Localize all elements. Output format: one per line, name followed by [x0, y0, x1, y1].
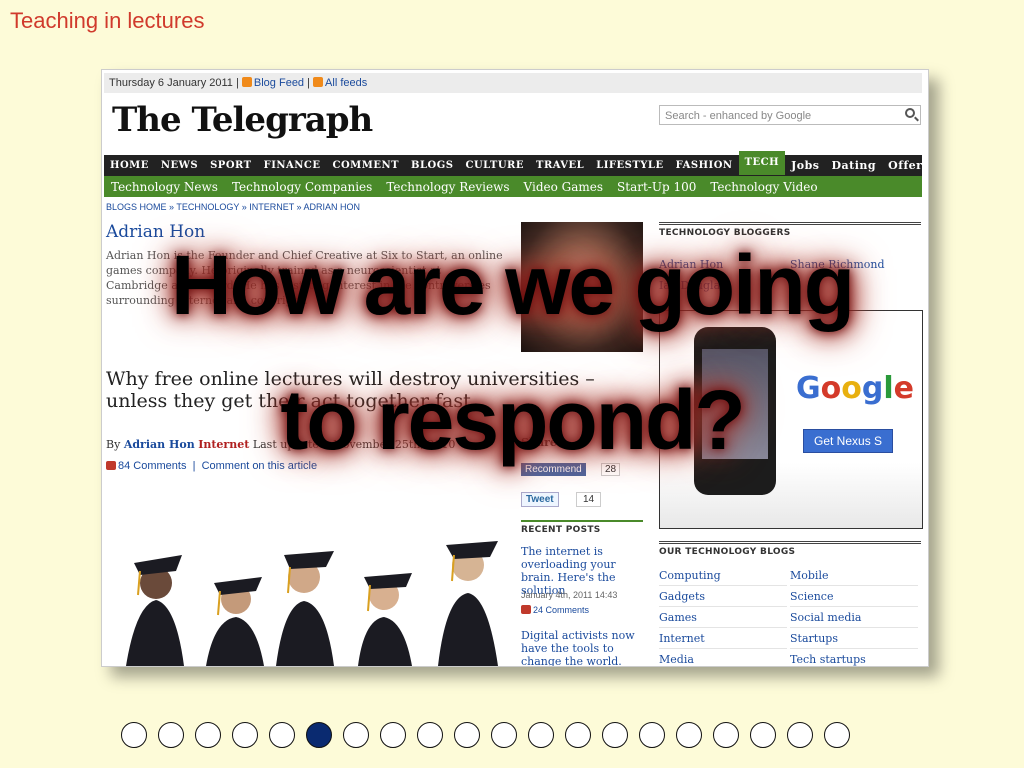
nav-blogs[interactable]: BLOGS: [405, 160, 459, 171]
recent-post-comments[interactable]: 24 Comments: [521, 605, 589, 615]
tech-blog-link[interactable]: Science: [790, 590, 918, 607]
pagination-dot[interactable]: [491, 722, 517, 748]
tech-blog-link[interactable]: Social media: [790, 611, 918, 628]
pagination-dot[interactable]: [824, 722, 850, 748]
recent-post-title[interactable]: Digital activists now have the tools to …: [521, 629, 646, 666]
tweet-button[interactable]: Tweet: [521, 492, 559, 507]
search-placeholder: Search - enhanced by Google: [665, 110, 812, 122]
nav-comment[interactable]: COMMENT: [327, 160, 406, 171]
date-text: Thursday 6 January 2011 |: [109, 77, 239, 89]
nav-jobs[interactable]: Jobs: [785, 159, 825, 172]
pagination-dot[interactable]: [232, 722, 258, 748]
pagination-dot[interactable]: [787, 722, 813, 748]
slide-pagination: [121, 722, 850, 752]
nav-dating[interactable]: Dating: [826, 159, 883, 172]
tech-blog-link[interactable]: Startups: [790, 632, 918, 649]
rss-icon: [241, 77, 252, 87]
pagination-dot[interactable]: [565, 722, 591, 748]
nav-lifestyle[interactable]: LIFESTYLE: [590, 160, 669, 171]
recent-post-comments-link[interactable]: 24 Comments: [533, 605, 589, 615]
overlay-line-1: How are we going: [170, 238, 855, 332]
pagination-dot[interactable]: [269, 722, 295, 748]
pagination-dot[interactable]: [306, 722, 332, 748]
subnav-tech-news[interactable]: Technology News: [104, 180, 225, 194]
nav-travel[interactable]: TRAVEL: [530, 160, 590, 171]
subnav-tech-companies[interactable]: Technology Companies: [225, 180, 379, 194]
pagination-dot[interactable]: [417, 722, 443, 748]
recent-posts-header: RECENT POSTS: [521, 520, 643, 535]
comment-icon: [521, 605, 531, 614]
nav-sport[interactable]: SPORT: [204, 160, 258, 171]
overlay-line-2: to respond?: [280, 373, 745, 467]
nav-culture[interactable]: CULTURE: [460, 160, 531, 171]
nav-fashion[interactable]: FASHION: [670, 160, 739, 171]
search-icon[interactable]: [905, 108, 915, 118]
subnav-tech-reviews[interactable]: Technology Reviews: [379, 180, 516, 194]
breadcrumb[interactable]: BLOGS HOME » TECHNOLOGY » INTERNET » ADR…: [106, 202, 360, 212]
nav-tech[interactable]: TECH: [738, 150, 786, 175]
graduates-image: [126, 541, 498, 666]
pagination-dot[interactable]: [454, 722, 480, 748]
nav-offers[interactable]: Offers: [882, 159, 928, 172]
pagination-dot[interactable]: [158, 722, 184, 748]
top-bar: Thursday 6 January 2011 | Blog Feed | Al…: [104, 73, 922, 93]
tech-blog-link[interactable]: Tech startups: [790, 653, 918, 666]
pagination-dot[interactable]: [750, 722, 776, 748]
rss-icon: [313, 77, 324, 87]
search-input[interactable]: Search - enhanced by Google: [659, 105, 921, 125]
pagination-dot[interactable]: [602, 722, 628, 748]
tweet-count: 14: [576, 492, 602, 507]
pagination-dot[interactable]: [528, 722, 554, 748]
tech-blog-link[interactable]: Games: [659, 611, 787, 628]
recent-post-date: January 4th, 2011 14:43: [521, 590, 618, 600]
tech-blog-link[interactable]: Computing: [659, 569, 787, 586]
nav-news[interactable]: NEWS: [155, 160, 204, 171]
pagination-dot[interactable]: [195, 722, 221, 748]
tech-blog-link[interactable]: Mobile: [790, 569, 918, 586]
pagination-dot[interactable]: [343, 722, 369, 748]
pagination-dot[interactable]: [639, 722, 665, 748]
pagination-dot[interactable]: [676, 722, 702, 748]
telegraph-logo[interactable]: The Telegraph: [112, 100, 373, 140]
tech-blogs-header: OUR TECHNOLOGY BLOGS: [659, 541, 921, 557]
pagination-dot[interactable]: [121, 722, 147, 748]
nav-finance[interactable]: FINANCE: [258, 160, 327, 171]
nav-home[interactable]: HOME: [104, 160, 155, 171]
pagination-dot[interactable]: [713, 722, 739, 748]
all-feeds-link[interactable]: All feeds: [325, 77, 367, 89]
tech-blog-link[interactable]: Gadgets: [659, 590, 787, 607]
tech-bloggers-header: TECHNOLOGY BLOGGERS: [659, 222, 921, 238]
subnav-video-games[interactable]: Video Games: [517, 180, 611, 194]
subnav-startup-100[interactable]: Start-Up 100: [610, 180, 703, 194]
telegraph-screenshot: Thursday 6 January 2011 | Blog Feed | Al…: [101, 69, 929, 667]
pagination-dot[interactable]: [380, 722, 406, 748]
tech-blog-link[interactable]: Media: [659, 653, 787, 666]
blog-feed-link[interactable]: Blog Feed: [254, 77, 304, 89]
main-nav: HOME NEWS SPORT FINANCE COMMENT BLOGS CU…: [104, 150, 928, 176]
sub-nav: Technology News Technology Companies Tec…: [104, 176, 922, 197]
subnav-tech-video[interactable]: Technology Video: [703, 180, 824, 194]
nav-right: Jobs Dating Offers: [785, 159, 928, 172]
slide-title: Teaching in lectures: [10, 8, 205, 33]
tech-blog-link[interactable]: Internet: [659, 632, 787, 649]
